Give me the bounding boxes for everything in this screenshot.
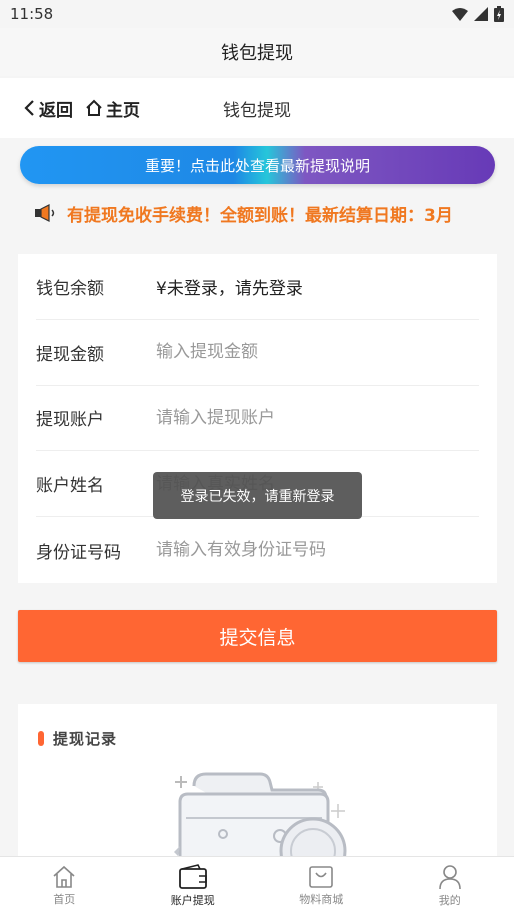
id-label: 身份证号码	[36, 542, 121, 563]
form-row-account: 提现账户	[36, 386, 479, 452]
app-bar-title: 钱包提现	[221, 43, 293, 64]
tab-profile[interactable]: 我的	[386, 857, 514, 914]
status-bar: 11:58	[0, 0, 514, 28]
shopping-bag-icon	[309, 865, 334, 888]
wallet-icon	[178, 863, 207, 889]
chevron-left-icon	[24, 100, 34, 116]
account-input[interactable]	[156, 407, 456, 428]
announcement-marquee: 有提现免收手续费！全额到账！最新结算日期：3月	[33, 198, 483, 228]
tab-withdraw-label: 账户提现	[170, 893, 215, 907]
home-outline-icon	[86, 99, 102, 116]
battery-icon	[494, 6, 504, 22]
status-time: 11:58	[10, 5, 54, 23]
withdraw-records-card: 提现记录	[18, 704, 497, 864]
wifi-icon	[452, 7, 468, 21]
bottom-tab-bar: 首页 账户提现 物料商城 我的	[0, 856, 514, 914]
tab-home[interactable]: 首页	[0, 857, 129, 914]
submit-button[interactable]: 提交信息	[18, 610, 497, 662]
back-label: 返回	[39, 100, 73, 121]
empty-wallet-illustration	[174, 772, 347, 860]
back-button[interactable]: 返回	[24, 96, 73, 121]
notice-banner-text: 重要！点击此处查看最新提现说明	[144, 156, 370, 175]
toast-text: 登录已失效，请重新登录	[180, 488, 335, 505]
home-label: 主页	[106, 100, 140, 121]
tab-withdraw[interactable]: 账户提现	[129, 857, 258, 914]
records-accent-bar	[38, 731, 44, 746]
form-row-id: 身份证号码	[36, 517, 479, 583]
user-icon	[438, 864, 461, 889]
tab-mall-label: 物料商城	[299, 892, 344, 906]
login-expired-toast: 登录已失效，请重新登录	[153, 472, 362, 519]
nav-left-group: 返回 主页	[0, 96, 140, 121]
records-header: 提现记录	[38, 728, 117, 749]
form-row-amount: 提现金额	[36, 320, 479, 386]
tab-profile-label: 我的	[438, 893, 461, 907]
notice-banner[interactable]: 重要！点击此处查看最新提现说明	[20, 146, 495, 184]
name-label: 账户姓名	[36, 476, 104, 497]
id-number-input[interactable]	[156, 540, 456, 561]
withdraw-form: 钱包余额 ¥未登录，请先登录 提现金额 提现账户 账户姓名 身份证号码	[18, 254, 497, 583]
nav-bar: 返回 主页 钱包提现	[0, 78, 514, 138]
speaker-icon	[35, 204, 55, 222]
tab-mall[interactable]: 物料商城	[257, 857, 386, 914]
app-bar: 钱包提现	[0, 28, 514, 76]
account-label: 提现账户	[36, 410, 104, 431]
signal-icon	[474, 7, 488, 21]
balance-value: ¥未登录，请先登录	[156, 278, 303, 299]
form-row-balance: 钱包余额 ¥未登录，请先登录	[36, 254, 479, 320]
status-icons	[452, 6, 504, 22]
home-button[interactable]: 主页	[85, 96, 140, 121]
balance-label: 钱包余额	[36, 278, 104, 299]
amount-label: 提现金额	[36, 344, 104, 365]
marquee-text: 有提现免收手续费！全额到账！最新结算日期：3月	[67, 205, 453, 226]
home-icon	[53, 865, 75, 888]
records-title: 提现记录	[53, 730, 118, 748]
tab-home-label: 首页	[53, 892, 76, 906]
amount-input[interactable]	[156, 342, 456, 363]
